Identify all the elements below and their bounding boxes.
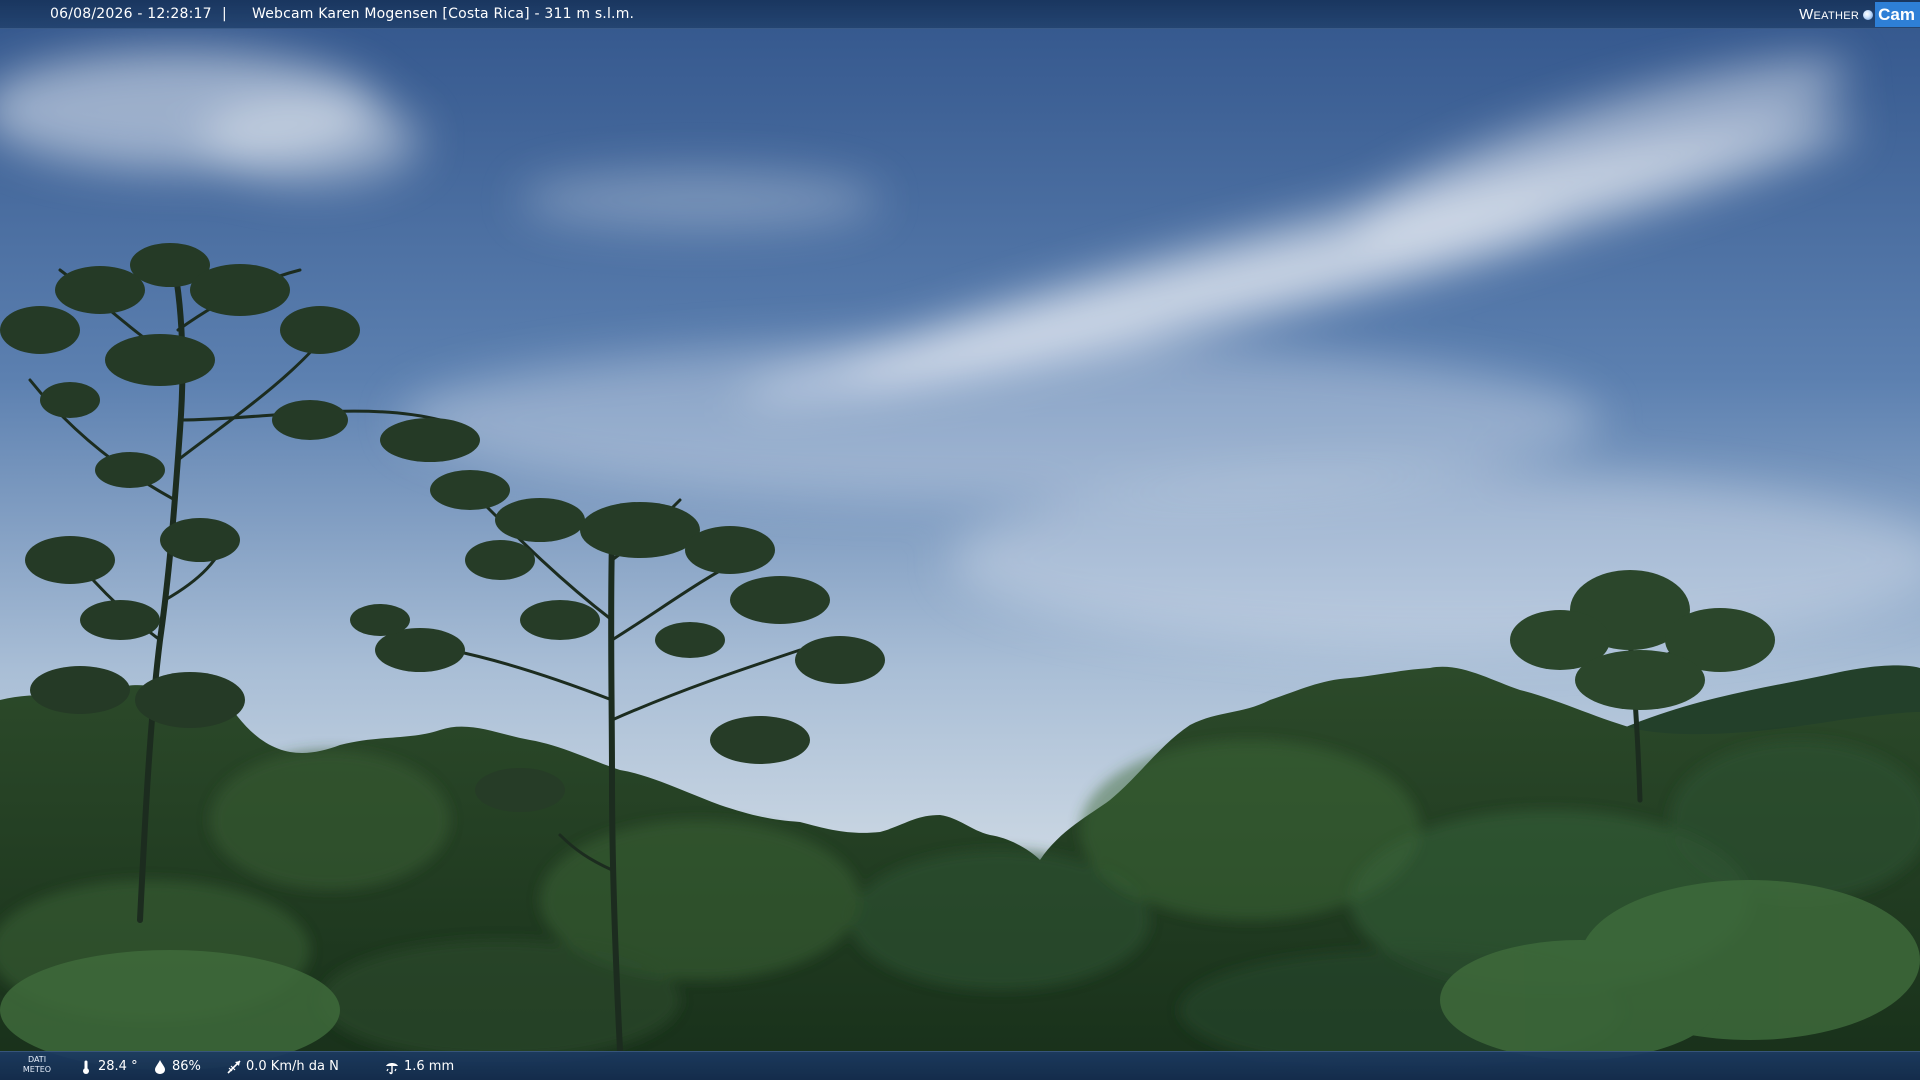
humidity-value: 86% xyxy=(172,1059,201,1074)
weather-data-bar: DATI METEO 28.4 ° 86% 0.0 Km/h da N 1.6 … xyxy=(0,1051,1920,1080)
wind-value: 0.0 Km/h da N xyxy=(246,1059,339,1074)
logo-cam-text: Cam xyxy=(1875,2,1920,27)
wind-vane-icon xyxy=(227,1059,241,1074)
wind-reading: 0.0 Km/h da N xyxy=(226,1052,339,1080)
temperature-value: 28.4 ° xyxy=(98,1059,138,1074)
weather-data-label-line1: DATI xyxy=(27,1055,47,1064)
rain-reading: 1.6 mm xyxy=(384,1052,454,1080)
rain-gauge-icon xyxy=(386,1062,398,1074)
camera-lens-icon xyxy=(1863,9,1874,20)
capture-datetime: 06/08/2026 - 12:28:17 xyxy=(50,6,212,22)
weather-data-label: DATI METEO xyxy=(20,1055,54,1075)
thermometer-icon xyxy=(83,1060,89,1074)
humidity-reading: 86% xyxy=(152,1052,201,1080)
weather-data-label-line2: METEO xyxy=(22,1065,52,1074)
humidity-drop-icon xyxy=(155,1059,165,1074)
temperature-reading: 28.4 ° xyxy=(78,1052,138,1080)
webcam-title: Webcam Karen Mogensen [Costa Rica] - 311… xyxy=(252,6,635,22)
rain-value: 1.6 mm xyxy=(404,1059,455,1074)
logo-weather-text: Weather xyxy=(1799,6,1860,23)
webcam-header-bar: 06/08/2026 - 12:28:17 | Webcam Karen Mog… xyxy=(0,0,1920,29)
webcam-scene xyxy=(0,0,1920,1080)
header-separator: | xyxy=(222,6,227,22)
webcam-frame: 06/08/2026 - 12:28:17 | Webcam Karen Mog… xyxy=(0,0,1920,1080)
weathercam-logo: Weather Cam xyxy=(1799,0,1920,29)
